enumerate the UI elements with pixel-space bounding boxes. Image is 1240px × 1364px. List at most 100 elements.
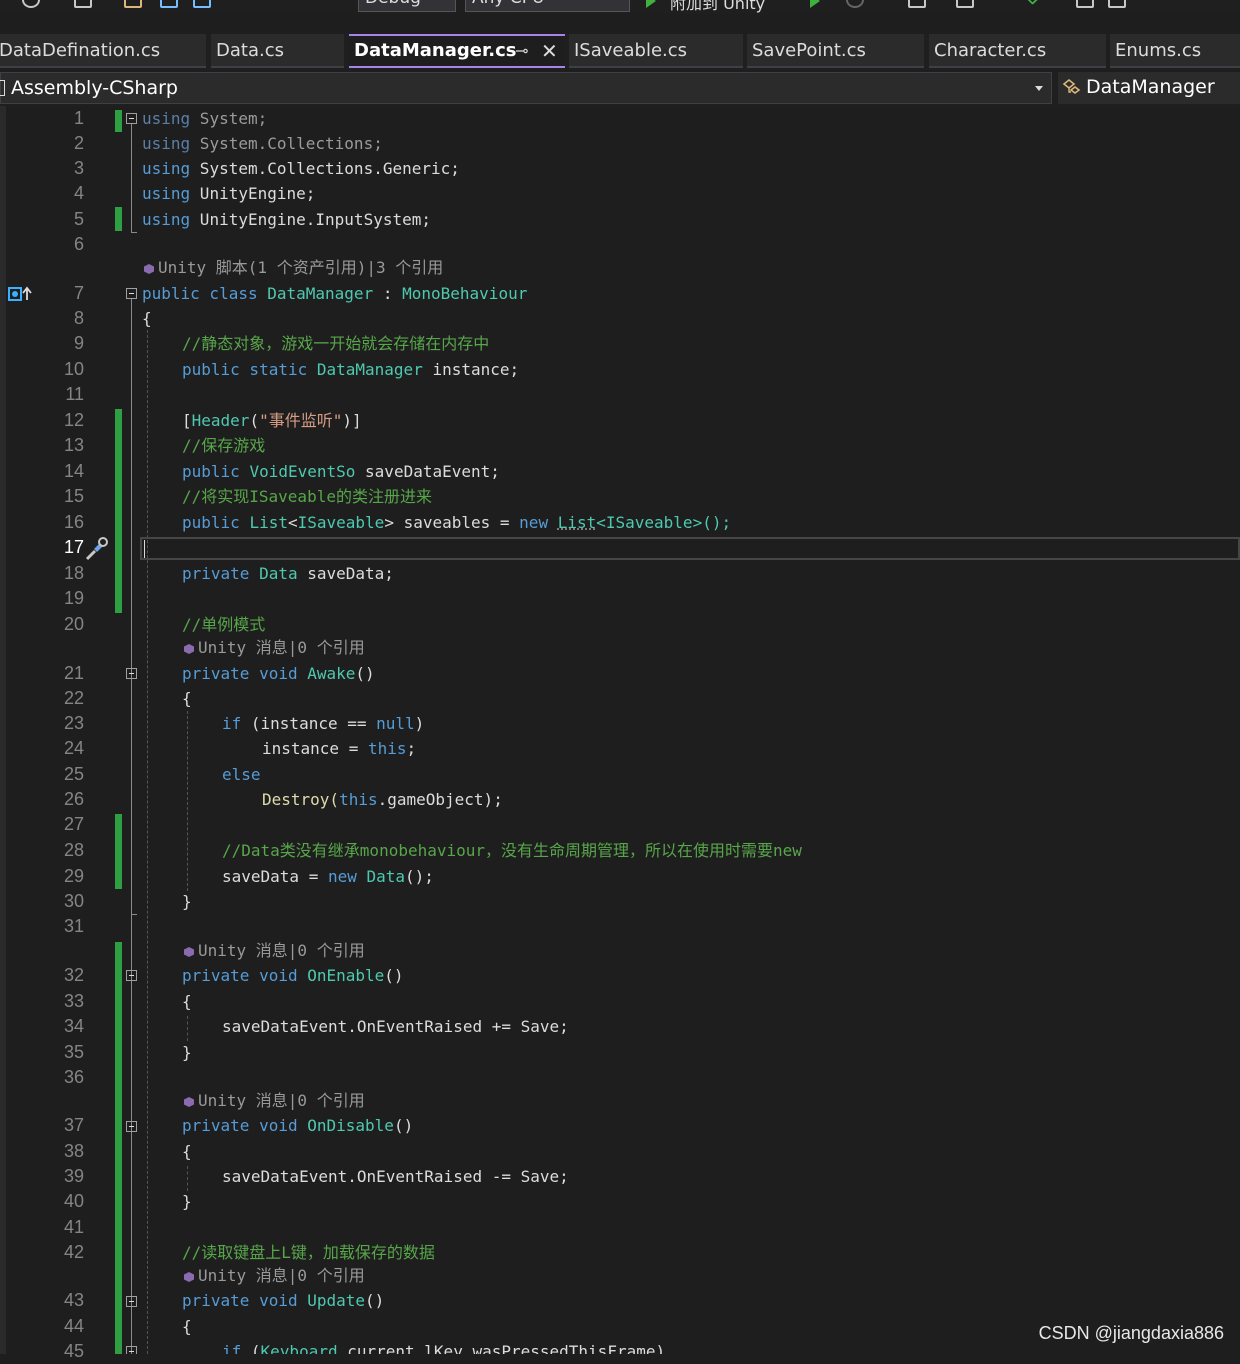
uncomment-icon[interactable] [1108,0,1126,8]
line-number: 10 [63,359,84,379]
project-dropdown[interactable]: Assembly-CSharp [0,72,1052,104]
code-editor[interactable]: using System; using System.Collections; … [0,106,1240,1354]
keyword: private void [182,966,308,985]
code-line: public static DataManager instance; [0,357,1240,382]
method-call: Destroy( [262,790,340,809]
code-lens[interactable]: Unity 消息|0 个引用 [0,1264,1240,1288]
code-text: (); [405,867,434,886]
unity-icon [184,644,194,654]
configuration-dropdown[interactable]: Debug [358,0,456,12]
code-text: UnityEngine.InputSystem; [190,210,431,229]
code-text: ) [414,714,425,733]
tab-label: DataDefination.cs [0,40,161,61]
fold-line [131,232,137,233]
close-icon[interactable]: ✕ [541,36,558,66]
open-folder-icon[interactable] [124,0,142,8]
keyword: private void [182,1116,308,1135]
save-all-icon[interactable] [193,0,211,8]
code-line: } [182,892,192,911]
code-lens-text[interactable]: Unity 消息|0 个引用 [198,941,365,960]
code-line: saveDataEvent.OnEventRaised += Save; [0,1014,1240,1039]
type-name: <ISaveable>(); [596,513,732,532]
start-without-debugging-icon[interactable] [810,0,820,8]
code-line: private void Update() [0,1288,1240,1313]
code-line: //保存游戏 [0,433,1240,458]
string-literal: "事件监听" [259,411,343,430]
line-number: 12 [63,410,84,430]
attach-unity-button[interactable]: 附加到 Unity [670,0,765,14]
chevron-down-icon[interactable] [1035,86,1043,91]
keyword: public class [142,284,268,303]
tab-datamanager[interactable]: DataManager.cs ⊸ ✕ [349,34,565,68]
tab-isaveable[interactable]: ISaveable.cs [569,34,743,68]
line-number: 26 [63,789,84,809]
hot-reload-icon[interactable] [908,0,926,8]
code-text: System.Collections.Generic; [190,159,460,178]
code-lens[interactable]: Unity 脚本(1 个资产引用)|3 个引用 [0,256,1240,280]
quick-actions-icon[interactable] [84,536,110,562]
tab-label: Data.cs [216,40,284,61]
code-line: { [182,1142,192,1161]
line-number: 1 [73,108,84,128]
line-number: 20 [63,614,84,634]
tab-datadefination[interactable]: DataDefination.cs [0,34,206,68]
text-caret [144,540,145,558]
record-icon[interactable] [846,0,864,8]
code-line: private void OnDisable() [0,1113,1240,1138]
keyword: this [367,739,407,758]
line-number: 22 [63,688,84,708]
new-item-icon[interactable] [74,0,92,8]
line-number: 38 [63,1141,84,1161]
code-lens-text[interactable]: Unity 脚本(1 个资产引用)|3 个引用 [158,258,443,277]
code-text: () [384,966,404,985]
toolbar: Debug Any CPU 附加到 Unity [0,0,1240,14]
check-icon[interactable] [1026,0,1042,6]
code-text: saveDataEvent.OnEventRaised += Save; [222,1017,569,1036]
comment-icon[interactable] [1076,0,1094,8]
tab-enums[interactable]: Enums.cs [1110,34,1240,68]
code-lens-text[interactable]: Unity 消息|0 个引用 [198,1091,365,1110]
line-number: 15 [63,486,84,506]
code-text: .gameObject); [377,790,503,809]
code-text: < [287,513,298,532]
code-text: ( [249,411,260,430]
line-number: 3 [73,158,84,178]
play-icon[interactable] [646,0,656,8]
line-number: 32 [63,965,84,985]
code-lens[interactable]: Unity 消息|0 个引用 [0,939,1240,963]
comment: //保存游戏 [182,436,266,455]
keyword: private void [182,1291,308,1310]
tab-label: SavePoint.cs [752,40,866,61]
code-line: public List<ISaveable> saveables = new L… [0,510,1240,535]
platform-dropdown[interactable]: Any CPU [465,0,630,12]
line-number: 2 [73,133,84,153]
code-text: instance; [422,360,520,379]
pin-icon[interactable]: ⊸ [515,36,528,66]
tab-savepoint[interactable]: SavePoint.cs [747,34,924,68]
comment: //单例模式 [182,615,266,634]
method-name: OnDisable [307,1116,394,1135]
code-lens[interactable]: Unity 消息|0 个引用 [0,636,1240,660]
unity-icon [184,1272,194,1282]
line-number: 27 [63,814,84,834]
tab-label: ISaveable.cs [574,40,688,61]
code-lens-text[interactable]: Unity 消息|0 个引用 [198,638,365,657]
tab-character[interactable]: Character.cs [929,34,1106,68]
navigate-icon[interactable] [956,0,974,8]
keyword: using [142,109,191,128]
code-lens[interactable]: Unity 消息|0 个引用 [0,1089,1240,1113]
line-number: 31 [63,916,84,936]
back-icon[interactable] [22,0,40,8]
save-icon[interactable] [160,0,178,8]
code-line: //Data类没有继承monobehaviour，没有生命周期管理，所以在使用时… [0,838,1240,863]
line-number: 35 [63,1042,84,1062]
code-lens-text[interactable]: Unity 消息|0 个引用 [198,1266,365,1285]
tab-data[interactable]: Data.cs [211,34,344,68]
code-line: public VoidEventSo saveDataEvent; [0,459,1240,484]
code-line: Destroy(this.gameObject); [0,787,1240,812]
code-line: [Header("事件监听")] [0,408,1240,433]
line-number: 16 [63,512,84,532]
line-number: 33 [63,991,84,1011]
line-number: 30 [63,891,84,911]
type-dropdown[interactable]: DataManager [1058,72,1240,104]
